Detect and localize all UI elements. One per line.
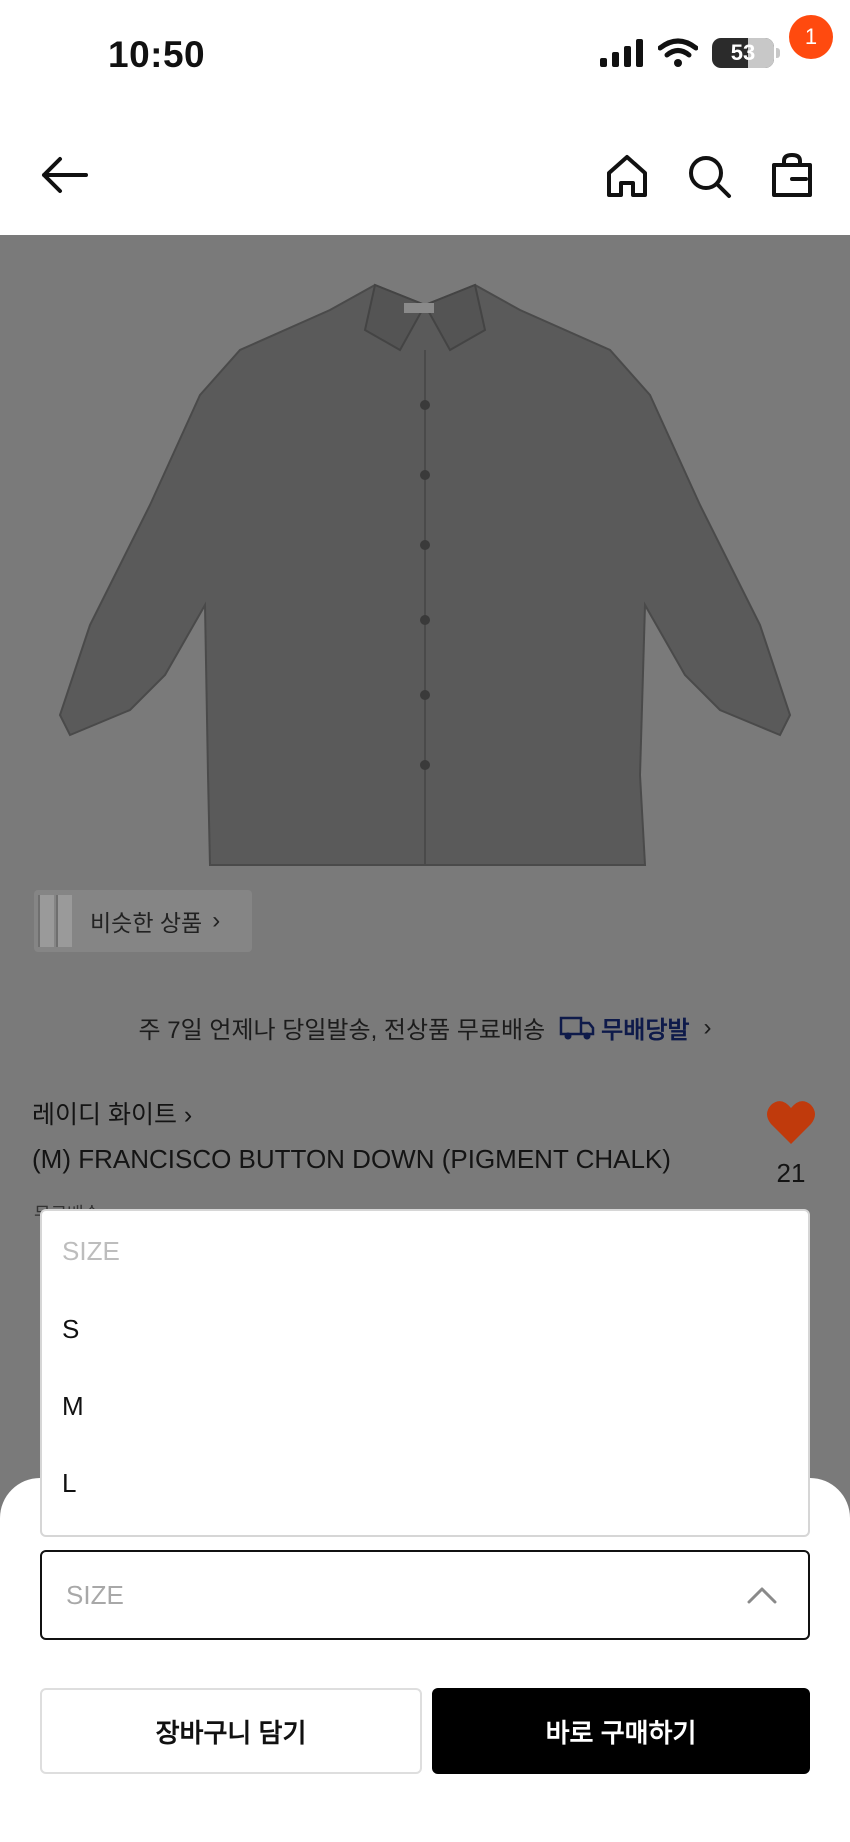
size-option-l[interactable]: L bbox=[42, 1445, 808, 1522]
size-select[interactable]: SIZE bbox=[40, 1550, 810, 1640]
similar-products-button[interactable]: 비슷한 상품 › bbox=[34, 890, 252, 952]
similar-thumbnails bbox=[38, 895, 74, 947]
top-nav bbox=[0, 115, 850, 235]
chevron-right-icon: › bbox=[212, 907, 221, 934]
signal-icon bbox=[600, 39, 643, 67]
status-bar: 10:50 53 bbox=[0, 0, 850, 115]
chevron-right-icon: › bbox=[183, 1101, 193, 1129]
delivery-banner[interactable]: 주 7일 언제나 당일발송, 전상품 무료배송 무배당발 › bbox=[0, 990, 850, 1065]
status-time: 10:50 bbox=[108, 34, 206, 75]
search-icon[interactable] bbox=[686, 153, 732, 199]
chevron-right-icon: › bbox=[703, 1013, 712, 1041]
battery-icon: 53 bbox=[712, 38, 774, 68]
delivery-logo-text: 무배당발 bbox=[601, 1017, 690, 1044]
status-icons: 53 bbox=[600, 38, 780, 68]
product-title: (M) FRANCISCO BUTTON DOWN (PIGMENT CHALK… bbox=[32, 1144, 671, 1174]
similar-products-label: 비슷한 상품 bbox=[90, 910, 203, 936]
delivery-text: 주 7일 언제나 당일발송, 전상품 무료배송 bbox=[138, 1017, 546, 1044]
home-icon[interactable] bbox=[604, 153, 650, 199]
size-option-s[interactable]: S bbox=[42, 1291, 808, 1368]
size-option-m[interactable]: M bbox=[42, 1368, 808, 1445]
like-count: 21 bbox=[776, 1158, 806, 1188]
size-option-placeholder: SIZE bbox=[62, 1235, 120, 1266]
brand-name: 레이디 화이트 bbox=[32, 1101, 177, 1129]
add-to-cart-button[interactable]: 장바구니 담기 bbox=[40, 1688, 422, 1774]
battery-level: 53 bbox=[730, 40, 756, 65]
buy-now-button[interactable]: 바로 구매하기 bbox=[432, 1688, 810, 1774]
wifi-icon bbox=[658, 38, 698, 67]
back-arrow-icon[interactable] bbox=[38, 153, 90, 197]
shirt-image bbox=[58, 283, 792, 866]
brand-link[interactable]: 레이디 화이트 › bbox=[32, 1095, 192, 1131]
size-select-value: SIZE bbox=[66, 1579, 124, 1610]
size-dropdown-list: SIZE S M L bbox=[40, 1209, 810, 1537]
cart-count-badge: 1 bbox=[789, 15, 833, 59]
chevron-up-icon bbox=[747, 1587, 777, 1604]
truck-icon bbox=[559, 1016, 595, 1039]
heart-icon[interactable] bbox=[765, 1098, 817, 1146]
shopping-bag-icon[interactable] bbox=[768, 151, 816, 199]
